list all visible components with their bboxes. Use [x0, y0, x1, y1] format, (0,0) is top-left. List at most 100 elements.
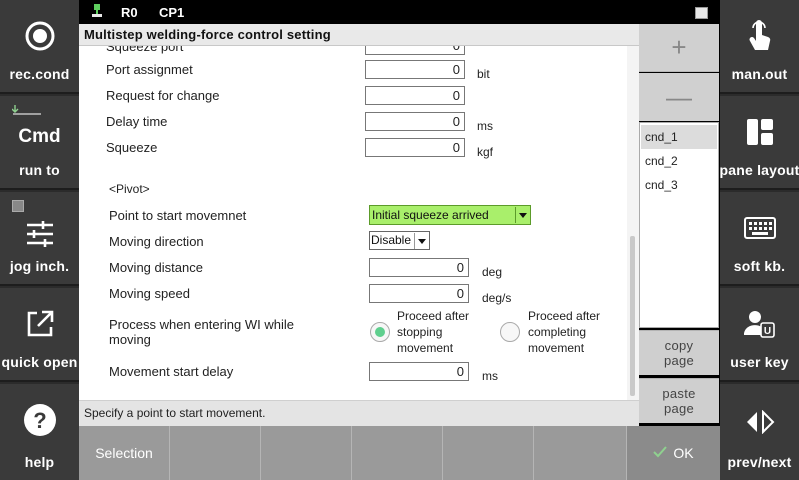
jog-inch-label: jog inch.: [9, 258, 70, 274]
jog-inch-button[interactable]: jog inch.: [0, 192, 79, 286]
user-key-label: user key: [730, 354, 789, 370]
user-key-icon: U: [720, 306, 799, 342]
option-text-line: movement: [528, 341, 585, 355]
radio-proceed-after-completing-label[interactable]: Proceed after completing movement: [528, 308, 600, 356]
chevron-down-icon: [515, 207, 529, 223]
port-assignment-unit: bit: [477, 67, 490, 81]
prev-next-label: prev/next: [727, 454, 792, 470]
dialog-title-bar: Multistep welding-force control setting: [79, 24, 639, 46]
point-to-start-label: Point to start movemnet: [109, 208, 247, 223]
remove-condition-button[interactable]: —: [639, 73, 719, 121]
function-key-bar: Selection OK: [79, 426, 720, 480]
list-item[interactable]: cnd_3: [641, 173, 717, 197]
delay-time-field[interactable]: 0: [365, 112, 465, 131]
keyboard-icon: [720, 210, 799, 246]
ok-button[interactable]: OK: [627, 426, 720, 480]
point-to-start-select[interactable]: Initial squeeze arrived: [369, 205, 531, 225]
moving-direction-value: Disable: [371, 233, 412, 247]
option-text-line: stopping: [397, 325, 443, 339]
moving-direction-select[interactable]: Disable: [369, 231, 430, 250]
checkbox-indicator-icon: [12, 200, 24, 215]
function-key-6[interactable]: [534, 426, 627, 480]
option-text-line: movement: [397, 341, 454, 355]
squeeze-unit: kgf: [477, 145, 494, 159]
soft-kb-button[interactable]: soft kb.: [720, 192, 799, 286]
squeeze-label: Squeeze: [106, 140, 158, 155]
paste-page-line2: page: [663, 401, 695, 416]
rec-cond-button[interactable]: rec.cond: [0, 0, 79, 94]
list-item[interactable]: cnd_1: [641, 125, 717, 149]
paste-page-line1: paste: [662, 386, 696, 401]
pivot-section-header: <Pivot>: [109, 182, 150, 196]
list-item[interactable]: cnd_2: [641, 149, 717, 173]
paste-page-button[interactable]: paste page: [639, 378, 719, 423]
cmd-label: Cmd: [18, 126, 61, 147]
movement-start-delay-label: Movement start delay: [109, 364, 234, 379]
quick-open-label: quick open: [1, 354, 78, 370]
squeeze-field[interactable]: 0: [365, 138, 465, 157]
dialog-title: Multistep welding-force control setting: [84, 27, 331, 42]
point-to-start-value: Initial squeeze arrived: [372, 208, 489, 222]
copy-page-button[interactable]: copy page: [639, 330, 719, 375]
robot-icon: [91, 4, 103, 18]
man-out-label: man.out: [731, 66, 788, 82]
help-label: help: [24, 454, 55, 470]
cmd-run-to-button[interactable]: Cmd run to: [0, 96, 79, 190]
radio-proceed-after-stopping-label[interactable]: Proceed after stopping movement: [397, 308, 469, 356]
battery-icon: [695, 7, 708, 19]
copy-page-line2: page: [663, 353, 695, 368]
scrollbar-thumb[interactable]: [630, 236, 635, 396]
run-to-label: run to: [19, 162, 60, 178]
help-icon: ?: [0, 402, 79, 438]
moving-direction-label: Moving direction: [109, 234, 204, 249]
moving-speed-field[interactable]: 0: [369, 284, 469, 303]
add-condition-button[interactable]: +: [639, 24, 719, 72]
condition-list[interactable]: cnd_1 cnd_2 cnd_3: [639, 122, 719, 328]
plus-icon: +: [671, 32, 687, 62]
help-button[interactable]: ? help: [0, 384, 79, 480]
help-text-bar: Specify a point to start movement.: [79, 400, 639, 426]
copy-page-line1: copy: [664, 338, 694, 353]
record-icon: [0, 18, 79, 54]
radio-proceed-after-completing[interactable]: [500, 322, 520, 342]
step-icon: [11, 104, 42, 119]
port-assignment-field[interactable]: 0: [365, 60, 465, 79]
status-bar: R0 CP1: [79, 0, 720, 24]
process-wi-label-line2: moving: [109, 332, 151, 347]
form-scrollbar[interactable]: [627, 46, 639, 400]
prev-next-button[interactable]: prev/next: [720, 384, 799, 480]
help-text: Specify a point to start movement.: [84, 406, 266, 420]
soft-kb-label: soft kb.: [733, 258, 786, 274]
function-key-4[interactable]: [352, 426, 443, 480]
program-id: CP1: [159, 5, 185, 20]
radio-proceed-after-stopping[interactable]: [370, 322, 390, 342]
function-key-5[interactable]: [443, 426, 534, 480]
open-external-icon: [0, 306, 79, 342]
prev-next-arrows-icon: [720, 404, 799, 440]
selection-button[interactable]: Selection: [79, 426, 170, 480]
squeeze-port-field[interactable]: 0: [365, 46, 465, 55]
user-key-button[interactable]: U user key: [720, 288, 799, 382]
moving-distance-field[interactable]: 0: [369, 258, 469, 277]
left-side-panel: rec.cond Cmd run to jog inch. quick open…: [0, 0, 79, 480]
man-out-button[interactable]: man.out: [720, 0, 799, 94]
pane-layout-button[interactable]: pane layout: [720, 96, 799, 190]
quick-open-button[interactable]: quick open: [0, 288, 79, 382]
function-key-2[interactable]: [170, 426, 261, 480]
ok-label: OK: [673, 445, 694, 461]
request-for-change-label: Request for change: [106, 88, 220, 103]
right-side-panel: man.out pane layout soft kb. U user key …: [720, 0, 799, 480]
port-assignment-label: Port assignmet: [106, 62, 193, 77]
function-key-3[interactable]: [261, 426, 352, 480]
svg-text:?: ?: [33, 408, 46, 433]
sliders-icon: [0, 216, 79, 252]
svg-text:U: U: [763, 326, 770, 337]
checkmark-icon: [653, 445, 668, 461]
option-text-line: Proceed after: [397, 309, 470, 323]
movement-start-delay-unit: ms: [482, 369, 498, 383]
touch-hand-icon: [720, 18, 799, 54]
request-for-change-field[interactable]: 0: [365, 86, 465, 105]
delay-time-label: Delay time: [106, 114, 168, 129]
delay-time-unit: ms: [477, 119, 493, 133]
movement-start-delay-field[interactable]: 0: [369, 362, 469, 381]
